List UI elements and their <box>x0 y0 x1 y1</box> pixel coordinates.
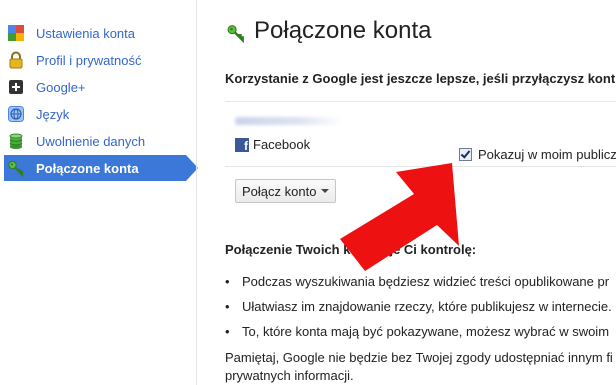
settings-cube-icon <box>7 24 25 42</box>
section-heading: Połączenie Twoich kont daje Ci kontrolę: <box>225 242 477 257</box>
list-item: To, które konta mają być pokazywane, moż… <box>225 323 612 348</box>
sidebar-item-label: Profil i prywatność <box>36 52 142 68</box>
key-icon <box>7 159 25 178</box>
footer-note: Pamiętaj, Google nie będzie bez Twojej z… <box>225 350 613 383</box>
sidebar-item-label: Połączone konta <box>36 160 139 176</box>
divider <box>225 101 616 102</box>
sidebar-item-profile-privacy[interactable]: Profil i prywatność <box>4 47 192 73</box>
sidebar-item-label: Uwolnienie danych <box>36 133 146 149</box>
chevron-down-icon <box>321 189 330 193</box>
show-publicly-checkbox[interactable] <box>459 148 472 161</box>
divider <box>225 166 616 167</box>
sidebar-item-data-liberation[interactable]: Uwolnienie danych <box>4 128 192 154</box>
connect-account-button[interactable]: Połącz konto <box>235 179 337 203</box>
sidebar-item-connected-accounts[interactable]: Połączone konta <box>4 155 198 181</box>
sidebar-item-label: Google+ <box>36 79 86 95</box>
sidebar-item-google-plus[interactable]: Google+ <box>4 74 192 100</box>
connected-service: f Facebook <box>235 137 310 152</box>
benefits-list: Podczas wyszukiwania będziesz widzieć tr… <box>225 273 612 348</box>
database-icon <box>7 132 25 150</box>
sidebar-item-language[interactable]: Język <box>4 101 192 127</box>
sidebar-item-label: Język <box>36 106 70 122</box>
list-item: Podczas wyszukiwania będziesz widzieć tr… <box>225 273 612 298</box>
facebook-icon: f <box>235 137 249 152</box>
list-item: Ułatwiasz im znajdowanie rzeczy, które p… <box>225 298 612 323</box>
connect-account-label: Połącz konto <box>242 183 317 199</box>
main-content: Połączone konta Korzystanie z Google jes… <box>197 0 616 385</box>
intro-text: Korzystanie z Google jest jeszcze lepsze… <box>225 71 616 86</box>
globe-icon <box>7 105 25 123</box>
lock-icon <box>7 51 25 69</box>
google-plus-icon <box>7 78 25 96</box>
service-name: Facebook <box>253 137 311 152</box>
show-publicly-label: Pokazuj w moim publicz <box>478 147 616 162</box>
blurred-account-name <box>235 117 343 125</box>
show-publicly-option: Pokazuj w moim publicz <box>459 147 616 162</box>
sidebar: Ustawienia konta Profil i prywatność Goo… <box>0 0 198 385</box>
key-icon <box>226 23 246 44</box>
sidebar-item-label: Ustawienia konta <box>36 25 135 41</box>
sidebar-item-account-settings[interactable]: Ustawienia konta <box>4 20 192 46</box>
page-title: Połączone konta <box>254 17 432 44</box>
